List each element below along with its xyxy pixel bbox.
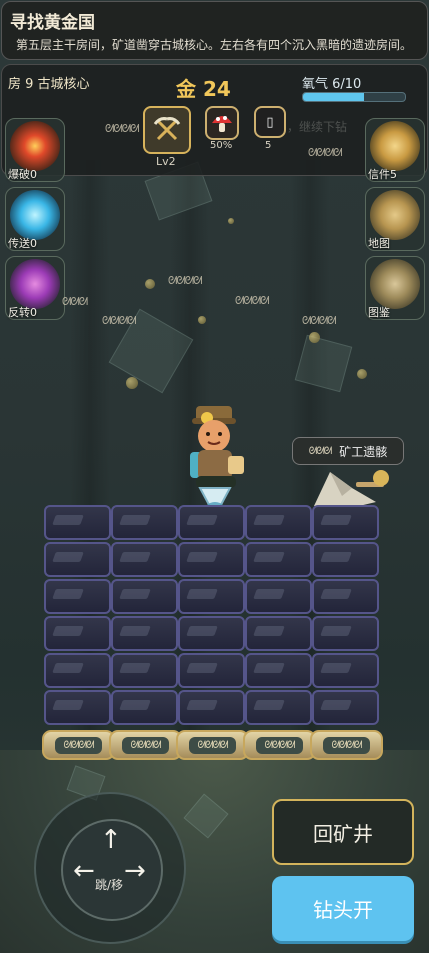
rock-block[interactable] <box>245 616 312 651</box>
letter-item[interactable]: ▯ <box>254 106 286 138</box>
blast-button[interactable]: 爆破0 <box>5 118 65 182</box>
rock-block[interactable] <box>44 616 111 651</box>
pickaxe-icon <box>153 117 181 141</box>
rock-block[interactable] <box>245 690 312 725</box>
rock-block[interactable] <box>312 690 379 725</box>
book-icon <box>370 259 420 309</box>
oxygen-bar <box>302 92 406 102</box>
room-label: 房 9 古城核心 <box>8 77 90 92</box>
rock-block[interactable] <box>178 579 245 614</box>
plate-runes: ᘛᘛᘛᘛ <box>122 736 169 754</box>
return-shaft-button[interactable]: 回矿井 <box>272 799 414 865</box>
rock-block[interactable] <box>44 579 111 614</box>
rock-block[interactable] <box>245 579 312 614</box>
rune-plate[interactable]: ᘛᘛᘛᘛ <box>243 730 316 760</box>
map-label: 地图 <box>368 237 390 250</box>
plate-runes: ᘛᘛᘛᘛ <box>323 736 370 754</box>
plate-runes: ᘛᘛᘛᘛ <box>256 736 303 754</box>
mushroom-item[interactable] <box>205 106 239 140</box>
floating-coin <box>198 316 206 324</box>
right-arrow-icon[interactable]: → <box>124 858 146 884</box>
reverse-label: 反转0 <box>8 306 37 319</box>
left-arrow-icon[interactable]: ← <box>73 858 95 884</box>
rock-block[interactable] <box>312 579 379 614</box>
reverse-arrows-icon <box>10 259 60 309</box>
map-icon <box>370 190 420 240</box>
wall-runes: ᘛᘛᘛᘛ <box>308 146 342 159</box>
floating-coin <box>145 279 155 289</box>
rune-plate[interactable]: ᘛᘛᘛᘛ <box>310 730 383 760</box>
joystick-label: 跳/移 <box>95 878 124 892</box>
rock-block[interactable] <box>178 616 245 651</box>
rock-block[interactable] <box>245 542 312 577</box>
pickaxe-tool[interactable] <box>143 106 191 154</box>
rock-block[interactable] <box>312 653 379 688</box>
level-description: 第五层主干房间，矿道凿穿古城核心。左右各有四个沉入黑暗的遗迹房间。 <box>16 38 413 52</box>
teleport-portal-icon <box>10 190 60 240</box>
wall-runes: ᘛᘛᘛᘛ <box>235 294 269 307</box>
rock-block[interactable] <box>111 690 178 725</box>
rock-block[interactable] <box>111 579 178 614</box>
rock-block[interactable] <box>44 653 111 688</box>
wall-runes: ᘛᘛᘛ <box>62 295 88 308</box>
up-arrow-icon[interactable]: ↑ <box>100 827 122 853</box>
rock-block[interactable] <box>111 505 178 540</box>
teleport-button[interactable]: 传送0 <box>5 187 65 251</box>
rune-plate[interactable]: ᘛᘛᘛᘛ <box>42 730 115 760</box>
rock-block[interactable] <box>178 505 245 540</box>
mushroom-icon <box>212 116 232 132</box>
rock-block[interactable] <box>312 616 379 651</box>
teleport-label: 传送0 <box>8 237 37 250</box>
rock-block[interactable] <box>111 542 178 577</box>
wall-runes: ᘛᘛᘛᘛ <box>302 314 336 327</box>
pickaxe-level: Lv2 <box>156 155 176 168</box>
oxygen-label: 氧气 6/10 <box>302 77 362 92</box>
rock-block[interactable] <box>178 653 245 688</box>
codex-label: 图鉴 <box>368 306 390 319</box>
wall-runes: ᘛᘛᘛᘛ <box>168 274 202 287</box>
drill-toggle-button[interactable]: 钻头开 <box>272 876 414 941</box>
rock-block[interactable] <box>178 690 245 725</box>
rock-block[interactable] <box>44 542 111 577</box>
plate-runes: ᘛᘛᘛᘛ <box>189 736 236 754</box>
floating-coin <box>126 377 138 389</box>
reverse-button[interactable]: 反转0 <box>5 256 65 320</box>
joystick[interactable]: ↑ ← → 跳/移 <box>34 792 186 944</box>
wall-runes: ᘛᘛᘛᘛ <box>102 314 136 327</box>
letter-count: 5 <box>265 140 272 151</box>
floating-coin <box>357 369 367 379</box>
gold-counter: 金 24 <box>176 77 231 101</box>
letter-icon: ▯ <box>266 114 274 130</box>
npc-runes: ᘛᘛᘛ <box>308 445 333 457</box>
npc-name: 矿工遗骸 <box>339 444 388 459</box>
rock-block[interactable] <box>44 690 111 725</box>
miner-remains-tag[interactable]: ᘛᘛᘛ 矿工遗骸 <box>292 437 404 465</box>
plate-runes: ᘛᘛᘛᘛ <box>55 736 102 754</box>
mushroom-value: 50% <box>210 140 233 151</box>
rock-block[interactable] <box>312 505 379 540</box>
codex-button[interactable]: 图鉴 <box>365 256 425 320</box>
letters-label: 信件5 <box>368 168 397 181</box>
wall-runes: ᘛᘛᘛᘛ <box>105 122 139 135</box>
rune-plate[interactable]: ᘛᘛᘛᘛ <box>109 730 182 760</box>
rock-block[interactable] <box>44 505 111 540</box>
scroll-letter-icon <box>370 121 420 171</box>
level-title: 寻找黄金国 <box>10 13 95 33</box>
rune-plate[interactable]: ᘛᘛᘛᘛ <box>176 730 249 760</box>
explosion-icon <box>10 121 60 171</box>
floating-coin <box>309 332 320 343</box>
rock-block[interactable] <box>312 542 379 577</box>
joystick-knob[interactable]: ↑ ← → <box>61 819 163 921</box>
rock-block[interactable] <box>245 505 312 540</box>
rock-block[interactable] <box>111 616 178 651</box>
map-button[interactable]: 地图 <box>365 187 425 251</box>
rock-block[interactable] <box>178 542 245 577</box>
letters-button[interactable]: 信件5 <box>365 118 425 182</box>
oxygen-bar-fill <box>303 93 365 101</box>
rock-block[interactable] <box>245 653 312 688</box>
floating-coin <box>228 218 234 224</box>
rock-block[interactable] <box>111 653 178 688</box>
blast-label: 爆破0 <box>8 168 37 181</box>
